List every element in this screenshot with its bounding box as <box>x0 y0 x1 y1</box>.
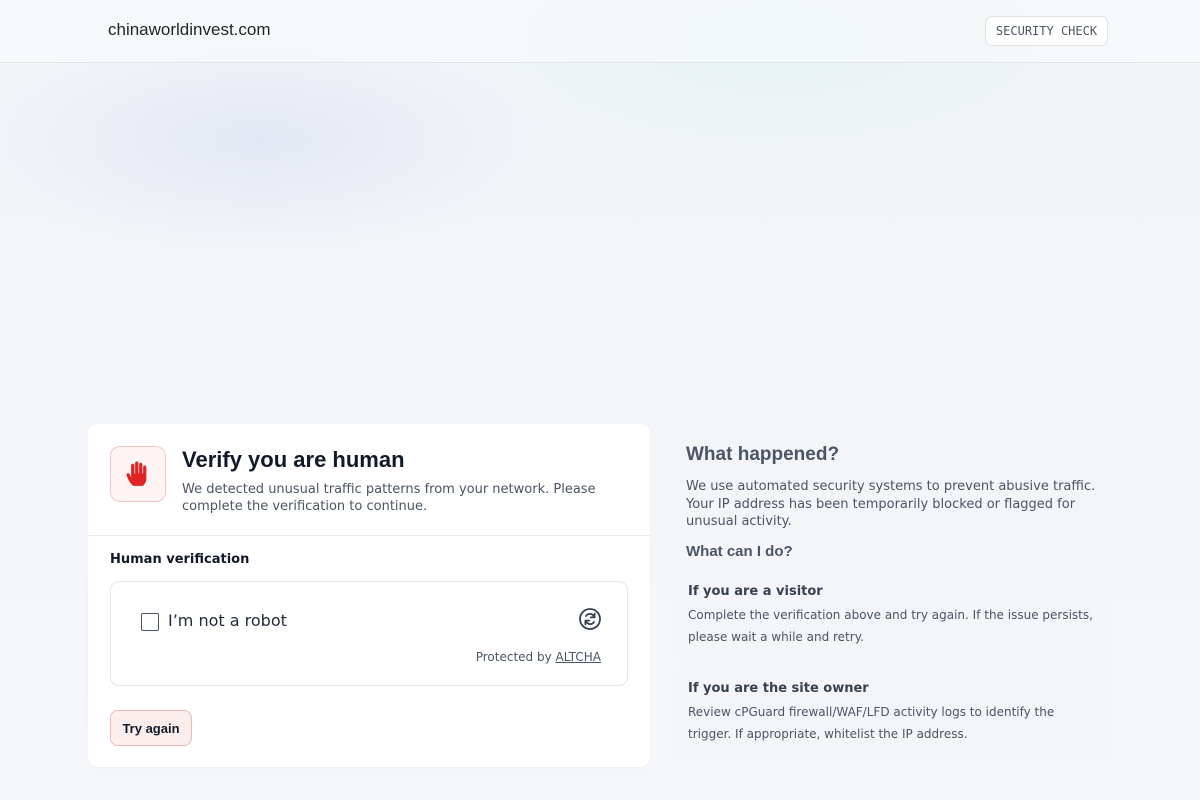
not-robot-label[interactable]: I’m not a robot <box>168 611 287 630</box>
site-owner-panel-text: Review cPGuard firewall/WAF/LFD activity… <box>688 705 1055 741</box>
human-verification-label: Human verification <box>110 552 250 567</box>
stop-hand-icon <box>110 446 166 502</box>
verification-card: Verify you are human We detected unusual… <box>88 424 650 767</box>
what-can-i-do-heading: What can I do? <box>686 543 793 560</box>
captcha-widget: I’m not a robot Protected by ALTCHA <box>110 581 628 686</box>
card-header: Verify you are human We detected unusual… <box>88 424 650 536</box>
site-domain: chinaworldinvest.com <box>108 20 271 39</box>
card-subtitle: We detected unusual traffic patterns fro… <box>182 482 596 514</box>
protected-by-prefix: Protected by <box>475 650 552 664</box>
top-bar: chinaworldinvest.com SECURITY CHECK <box>0 0 1200 63</box>
what-happened-description: We use automated security systems to pre… <box>686 479 1096 529</box>
not-robot-checkbox[interactable] <box>141 613 159 631</box>
card-title: Verify you are human <box>182 447 405 472</box>
visitor-panel-text: Complete the verification above and try … <box>688 608 1093 644</box>
site-owner-panel: If you are the site owner Review cPGuard… <box>676 669 1110 756</box>
refresh-icon[interactable] <box>578 607 602 631</box>
what-happened-heading: What happened? <box>686 444 840 465</box>
site-owner-panel-title: If you are the site owner <box>688 681 869 696</box>
security-check-badge: SECURITY CHECK <box>985 16 1108 46</box>
visitor-panel-title: If you are a visitor <box>688 584 823 599</box>
try-again-button[interactable]: Try again <box>110 710 192 746</box>
altcha-link[interactable]: ALTCHA <box>556 650 601 664</box>
protected-by-text: Protected by ALTCHA <box>476 650 601 664</box>
visitor-panel: If you are a visitor Complete the verifi… <box>676 572 1110 659</box>
